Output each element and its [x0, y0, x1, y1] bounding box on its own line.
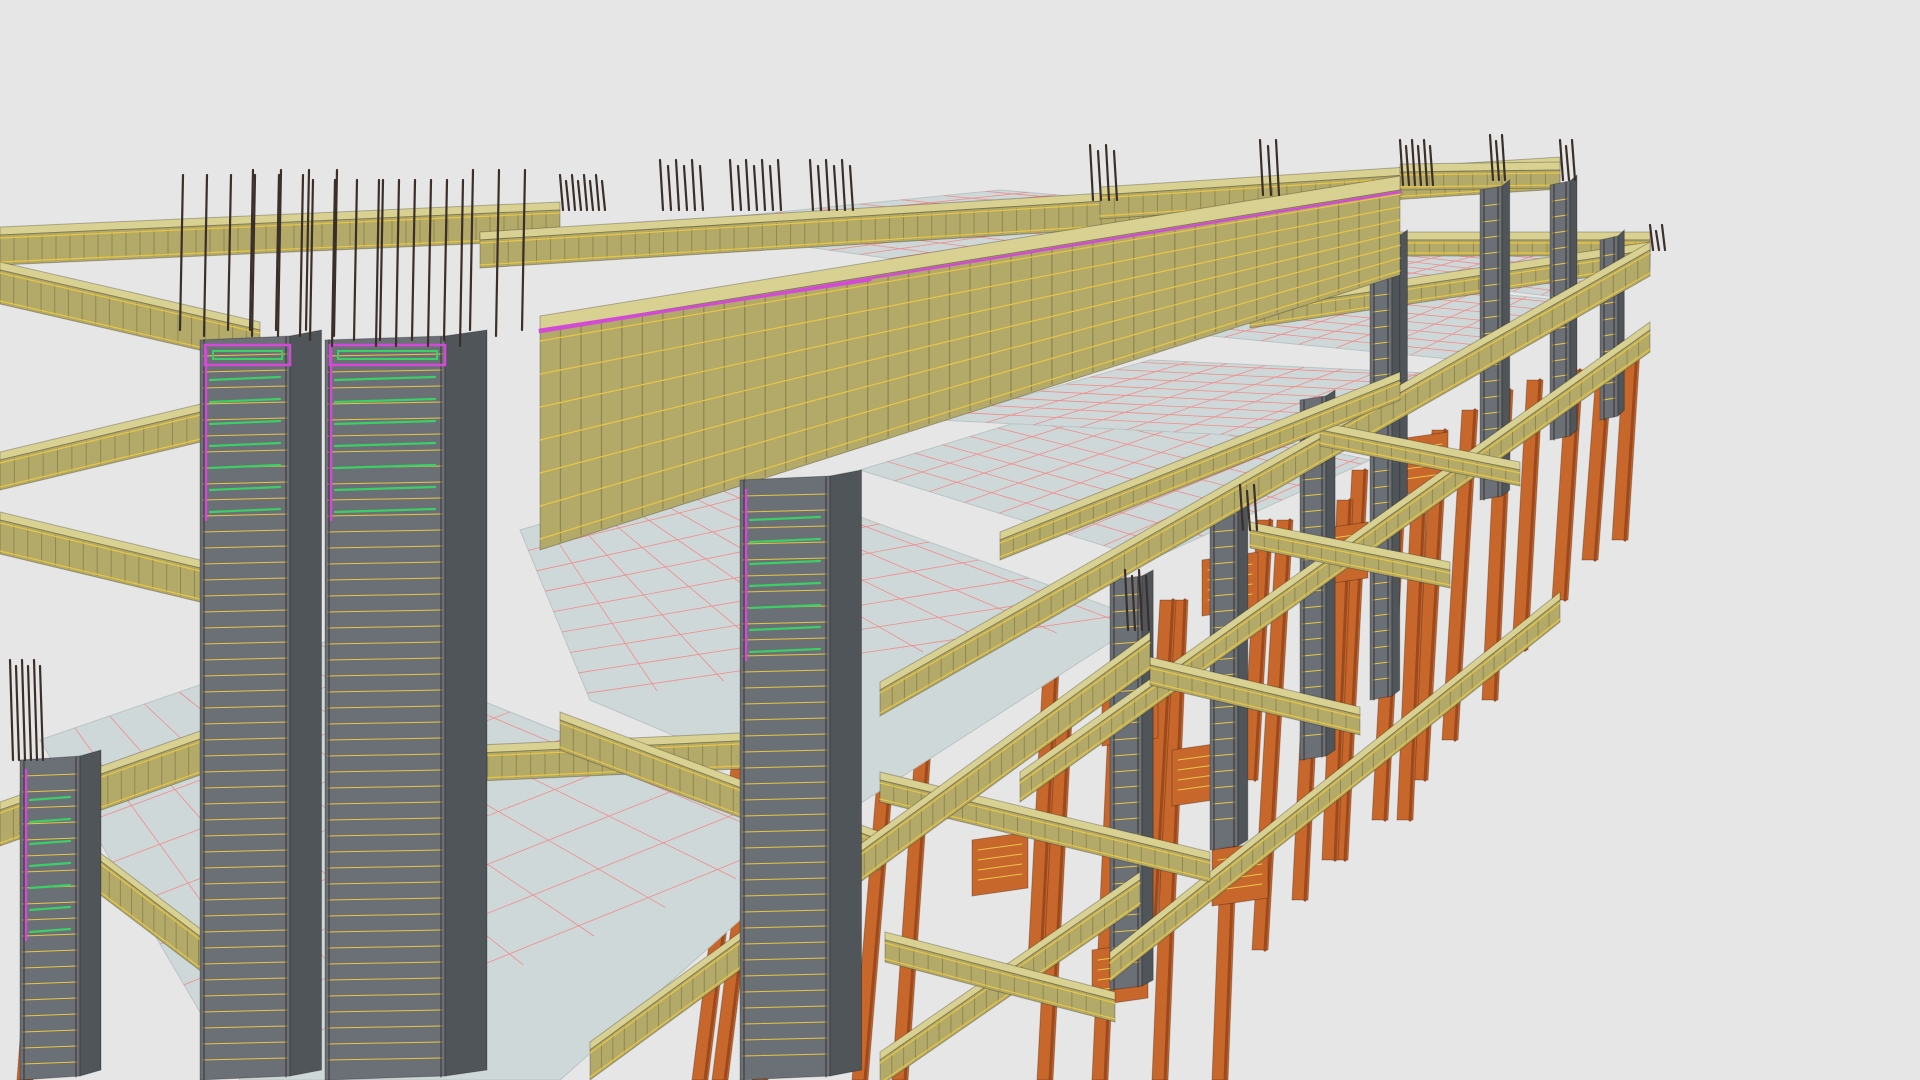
starter-bar — [426, 178, 433, 348]
starter-bar — [588, 179, 595, 212]
starter-bar — [600, 179, 607, 212]
starter-bar — [410, 178, 417, 342]
starter-bar — [308, 178, 315, 342]
starter-bar — [1096, 149, 1103, 202]
starter-bar — [744, 158, 751, 212]
starter-bar — [26, 664, 33, 762]
starter-bar — [666, 164, 673, 212]
starter-bar — [32, 658, 39, 762]
starter-bar — [698, 164, 705, 212]
starter-bar — [690, 158, 697, 212]
starter-bar — [760, 158, 767, 212]
front-column-side — [79, 749, 102, 1077]
starter-bar — [674, 158, 681, 212]
starter-bar — [564, 179, 571, 212]
starter-bar — [576, 179, 583, 212]
starter-bar — [298, 173, 305, 338]
column-side — [1237, 489, 1249, 847]
starter-bar — [442, 178, 449, 342]
starter-bar — [1570, 138, 1577, 182]
starter-bar — [494, 168, 501, 338]
starter-bar — [226, 173, 233, 332]
starter-bar — [394, 178, 401, 348]
column — [1109, 575, 1143, 991]
starter-bar — [840, 158, 847, 212]
starter-bar — [1654, 229, 1661, 252]
starter-bar — [848, 164, 855, 212]
starter-bar — [38, 664, 45, 762]
starter-bar — [570, 173, 577, 212]
starter-bar — [658, 158, 665, 212]
starter-bar — [304, 168, 311, 332]
starter-bar — [468, 168, 475, 332]
starter-bar — [374, 178, 381, 348]
starter-bar — [1660, 223, 1667, 252]
starter-bar — [8, 658, 15, 762]
front-column-side — [444, 329, 488, 1077]
front-column-side — [829, 469, 862, 1077]
starter-bar — [824, 158, 831, 212]
starter-bar — [594, 173, 601, 212]
starter-bar — [736, 164, 743, 212]
starter-bar — [520, 168, 527, 332]
starter-bar — [768, 164, 775, 212]
structure-3d-view[interactable] — [0, 0, 1920, 1080]
starter-bar — [582, 173, 589, 212]
starter-bar — [808, 158, 815, 212]
starter-bar — [1564, 144, 1571, 182]
starter-bar — [752, 164, 759, 212]
column-side — [1391, 268, 1401, 698]
starter-bar — [14, 664, 21, 762]
starter-bar — [20, 658, 27, 762]
front-column-side — [289, 329, 322, 1077]
starter-bar — [776, 158, 783, 212]
starter-bar — [458, 178, 465, 348]
model-viewport[interactable] — [0, 0, 1920, 1080]
starter-bar — [378, 178, 385, 342]
starter-bar — [816, 164, 823, 212]
starter-bar — [352, 178, 359, 342]
starter-bar — [1088, 143, 1095, 202]
front-column — [739, 475, 831, 1080]
starter-bar — [682, 164, 689, 212]
starter-bar — [728, 158, 735, 212]
starter-bar — [832, 164, 839, 212]
